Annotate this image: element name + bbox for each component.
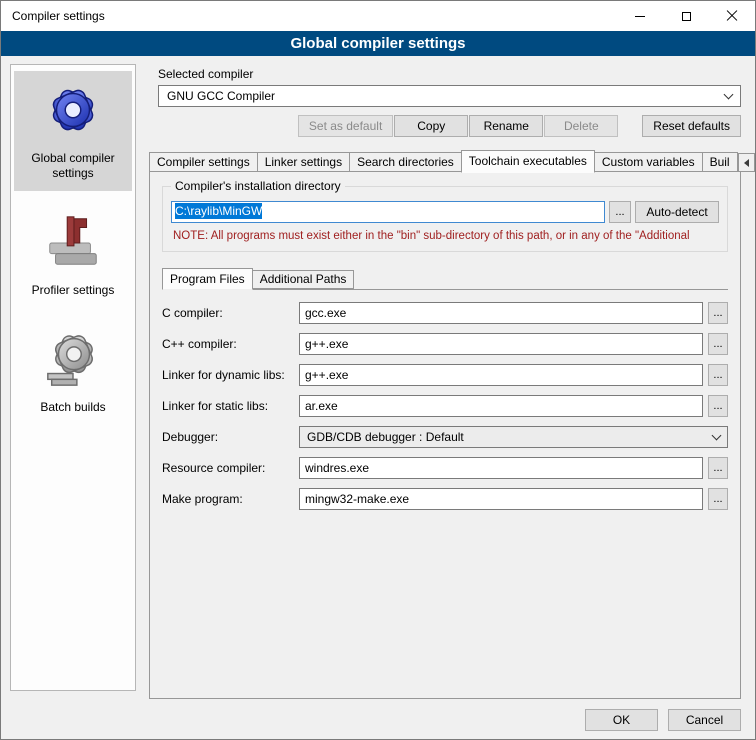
debugger-select[interactable]: GDB/CDB debugger : Default	[299, 426, 728, 448]
main-content: Selected compiler GNU GCC Compiler Set a…	[149, 61, 749, 699]
c-compiler-input[interactable]	[299, 302, 703, 324]
install-dir-browse-button[interactable]: ...	[609, 201, 631, 223]
gray-gear-icon	[42, 328, 104, 390]
program-files-tab-bar: Program Files Additional Paths	[162, 268, 728, 290]
set-as-default-button[interactable]: Set as default	[298, 115, 393, 137]
dynamic-linker-label: Linker for dynamic libs:	[162, 368, 294, 382]
compiler-settings-dialog: Compiler settings Global compiler settin…	[0, 0, 756, 740]
maximize-button[interactable]	[663, 1, 709, 31]
c-compiler-label: C compiler:	[162, 306, 294, 320]
field-row-c-compiler: C compiler: ...	[162, 302, 728, 324]
delete-button[interactable]: Delete	[544, 115, 618, 137]
window-title: Compiler settings	[12, 9, 105, 23]
resource-compiler-input[interactable]	[299, 457, 703, 479]
tab-scroll-left-button[interactable]	[738, 153, 755, 172]
install-dir-note: NOTE: All programs must exist either in …	[173, 230, 719, 242]
tab-custom-variables[interactable]: Custom variables	[594, 152, 703, 172]
tab-program-files[interactable]: Program Files	[162, 268, 253, 290]
ok-button[interactable]: OK	[585, 709, 658, 731]
rename-button[interactable]: Rename	[469, 115, 543, 137]
make-program-input[interactable]	[299, 488, 703, 510]
cpp-compiler-browse-button[interactable]: ...	[708, 333, 728, 355]
install-dir-input[interactable]: C:\raylib\MinGW	[171, 201, 605, 223]
cpp-compiler-label: C++ compiler:	[162, 337, 294, 351]
left-arrow-icon	[744, 159, 749, 167]
minimize-button[interactable]	[617, 1, 663, 31]
tab-compiler-settings[interactable]: Compiler settings	[149, 152, 258, 172]
cancel-button[interactable]: Cancel	[668, 709, 741, 731]
program-files-form: C compiler: ... C++ compiler: ... Linker…	[160, 302, 730, 510]
dialog-header: Global compiler settings	[1, 31, 755, 56]
tab-linker-settings[interactable]: Linker settings	[257, 152, 350, 172]
dynamic-linker-input[interactable]	[299, 364, 703, 386]
installation-directory-group: Compiler's installation directory C:\ray…	[162, 186, 728, 252]
tab-scroll-buttons	[737, 153, 756, 172]
settings-sidebar: Global compiler settings Profiler settin…	[10, 64, 136, 691]
selected-compiler-label: Selected compiler	[158, 67, 749, 81]
debugger-select-value: GDB/CDB debugger : Default	[307, 430, 464, 444]
field-row-cpp-compiler: C++ compiler: ...	[162, 333, 728, 355]
install-dir-selected-text: C:\raylib\MinGW	[175, 203, 262, 219]
field-row-static-linker: Linker for static libs: ...	[162, 395, 728, 417]
static-linker-label: Linker for static libs:	[162, 399, 294, 413]
sidebar-item-label: Profiler settings	[32, 283, 115, 298]
tab-additional-paths[interactable]: Additional Paths	[252, 270, 355, 289]
tab-toolchain-executables[interactable]: Toolchain executables	[461, 150, 595, 173]
tab-build-options-truncated[interactable]: Buil	[702, 152, 738, 172]
make-program-label: Make program:	[162, 492, 294, 506]
close-button[interactable]	[709, 1, 755, 31]
field-row-make-program: Make program: ...	[162, 488, 728, 510]
tab-search-directories[interactable]: Search directories	[349, 152, 462, 172]
blue-gear-icon	[42, 79, 104, 141]
sidebar-item-label: Batch builds	[40, 400, 105, 415]
minimize-icon	[635, 16, 645, 17]
field-row-debugger: Debugger: GDB/CDB debugger : Default	[162, 426, 728, 448]
copy-button[interactable]: Copy	[394, 115, 468, 137]
resource-compiler-label: Resource compiler:	[162, 461, 294, 475]
sidebar-item-label: Global compiler settings	[16, 151, 130, 181]
maximize-icon	[682, 12, 691, 21]
sidebar-item-profiler-settings[interactable]: Profiler settings	[14, 203, 132, 308]
field-row-resource-compiler: Resource compiler: ...	[162, 457, 728, 479]
chevron-down-icon	[724, 89, 734, 99]
title-bar: Compiler settings	[1, 1, 755, 31]
static-linker-browse-button[interactable]: ...	[708, 395, 728, 417]
profiler-tool-icon	[42, 211, 104, 273]
cpp-compiler-input[interactable]	[299, 333, 703, 355]
compiler-select-value: GNU GCC Compiler	[167, 89, 275, 103]
reset-defaults-button[interactable]: Reset defaults	[642, 115, 741, 137]
sidebar-item-global-compiler-settings[interactable]: Global compiler settings	[14, 71, 132, 191]
debugger-label: Debugger:	[162, 430, 294, 444]
static-linker-input[interactable]	[299, 395, 703, 417]
toolchain-executables-panel: Compiler's installation directory C:\ray…	[149, 171, 741, 699]
resource-compiler-browse-button[interactable]: ...	[708, 457, 728, 479]
installation-directory-group-title: Compiler's installation directory	[171, 179, 345, 193]
compiler-actions: Set as default Copy Rename Delete Reset …	[158, 115, 741, 137]
compiler-select[interactable]: GNU GCC Compiler	[158, 85, 741, 107]
auto-detect-button[interactable]: Auto-detect	[635, 201, 719, 223]
dynamic-linker-browse-button[interactable]: ...	[708, 364, 728, 386]
dialog-footer: OK Cancel	[585, 709, 741, 731]
chevron-down-icon	[712, 430, 722, 440]
make-program-browse-button[interactable]: ...	[708, 488, 728, 510]
field-row-dynamic-linker: Linker for dynamic libs: ...	[162, 364, 728, 386]
sidebar-item-batch-builds[interactable]: Batch builds	[14, 320, 132, 425]
c-compiler-browse-button[interactable]: ...	[708, 302, 728, 324]
close-icon	[726, 10, 738, 22]
settings-tab-bar: Compiler settings Linker settings Search…	[149, 149, 749, 172]
